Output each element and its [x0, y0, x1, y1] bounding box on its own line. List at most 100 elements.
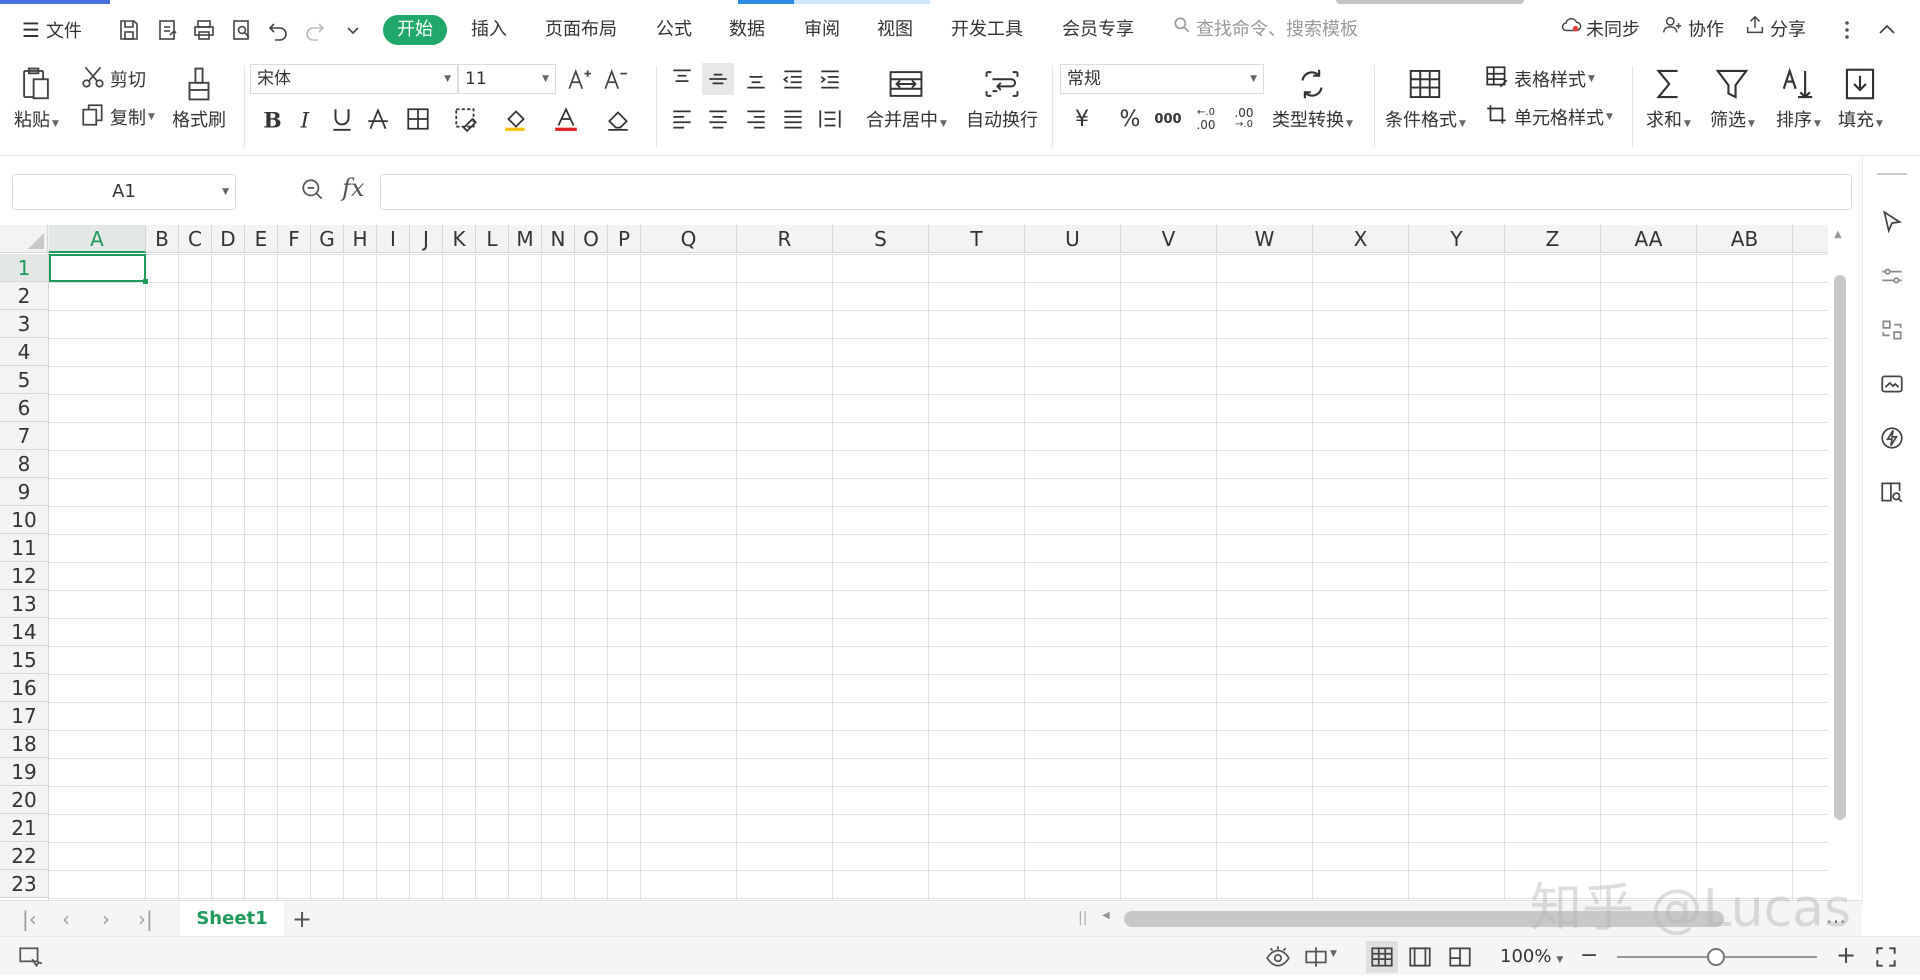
- column-header-y[interactable]: Y: [1409, 225, 1505, 253]
- prev-sheet-icon[interactable]: ‹: [62, 901, 70, 937]
- next-sheet-icon[interactable]: ›: [102, 901, 110, 937]
- row-header-12[interactable]: 12: [0, 562, 48, 590]
- fullscreen-icon[interactable]: [1870, 941, 1902, 973]
- row-header-8[interactable]: 8: [0, 450, 48, 478]
- redo-icon[interactable]: [300, 15, 330, 45]
- zoom-formula-icon[interactable]: [300, 177, 330, 207]
- fill-color-icon[interactable]: [500, 103, 532, 135]
- align-top-icon[interactable]: [666, 63, 698, 95]
- reading-mode-icon[interactable]: [1300, 941, 1332, 973]
- cell-style-button[interactable]: 单元格样式 ▼: [1484, 102, 1613, 132]
- decrease-font-icon[interactable]: [599, 63, 631, 95]
- more-options-icon[interactable]: [1832, 15, 1862, 45]
- sort-button[interactable]: 排序 ▼: [1776, 62, 1821, 132]
- sheet-tab-sheet1[interactable]: Sheet1: [180, 901, 284, 937]
- copy-button[interactable]: 复制 ▼: [80, 102, 155, 132]
- file-menu[interactable]: ☰ 文件: [22, 14, 82, 46]
- split-handle-icon[interactable]: ||: [1078, 910, 1087, 926]
- undo-icon[interactable]: [263, 15, 293, 45]
- active-cell-a1[interactable]: [49, 254, 148, 284]
- column-header-m[interactable]: M: [509, 225, 542, 253]
- page-break-view-icon[interactable]: [1444, 941, 1476, 973]
- currency-icon[interactable]: ¥: [1066, 103, 1098, 135]
- row-header-16[interactable]: 16: [0, 674, 48, 702]
- column-header-h[interactable]: H: [344, 225, 377, 253]
- row-header-15[interactable]: 15: [0, 646, 48, 674]
- row-header-7[interactable]: 7: [0, 422, 48, 450]
- conditional-format-button[interactable]: 条件格式 ▼: [1385, 62, 1466, 132]
- tab-page-layout[interactable]: 页面布局: [545, 14, 617, 46]
- row-header-1[interactable]: 1: [0, 254, 48, 282]
- transform-icon[interactable]: [1877, 315, 1907, 345]
- select-all-corner[interactable]: [0, 225, 48, 253]
- row-header-13[interactable]: 13: [0, 590, 48, 618]
- tab-insert[interactable]: 插入: [471, 14, 507, 46]
- tab-formula[interactable]: 公式: [656, 14, 692, 46]
- increase-font-icon[interactable]: [563, 63, 595, 95]
- vertical-scroll-thumb[interactable]: [1834, 275, 1846, 820]
- fx-icon[interactable]: fx: [342, 174, 364, 202]
- column-header-u[interactable]: U: [1025, 225, 1121, 253]
- gallery-icon[interactable]: [1877, 369, 1907, 399]
- sync-status[interactable]: 未同步: [1560, 14, 1640, 46]
- thousands-separator-icon[interactable]: 000: [1152, 103, 1184, 135]
- book-search-icon[interactable]: [1877, 477, 1907, 507]
- add-sheet-icon[interactable]: +: [292, 901, 312, 937]
- collapse-ribbon-icon[interactable]: [1872, 15, 1902, 45]
- column-header-p[interactable]: P: [608, 225, 641, 253]
- first-sheet-icon[interactable]: |‹: [22, 901, 37, 937]
- percent-icon[interactable]: %: [1114, 103, 1146, 135]
- row-header-9[interactable]: 9: [0, 478, 48, 506]
- row-header-21[interactable]: 21: [0, 814, 48, 842]
- decrease-indent-icon[interactable]: [777, 63, 809, 95]
- column-header-c[interactable]: C: [179, 225, 212, 253]
- macro-record-icon[interactable]: [14, 941, 46, 973]
- row-header-23[interactable]: 23: [0, 870, 48, 898]
- tab-start[interactable]: 开始: [383, 15, 447, 45]
- properties-icon[interactable]: [1877, 261, 1907, 291]
- print-preview-icon[interactable]: [227, 15, 257, 45]
- sum-button[interactable]: 求和 ▼: [1646, 62, 1691, 132]
- row-header-10[interactable]: 10: [0, 506, 48, 534]
- column-header-b[interactable]: B: [146, 225, 179, 253]
- row-header-20[interactable]: 20: [0, 786, 48, 814]
- name-box[interactable]: A1 ▼: [12, 174, 236, 210]
- zoom-out-icon[interactable]: −: [1580, 943, 1598, 968]
- fill-button[interactable]: 填充 ▼: [1838, 62, 1883, 132]
- filter-button[interactable]: 筛选 ▼: [1710, 62, 1755, 132]
- column-header-t[interactable]: T: [929, 225, 1025, 253]
- cell-fill-style-icon[interactable]: [450, 103, 482, 135]
- table-style-button[interactable]: 表格样式 ▼: [1484, 64, 1595, 94]
- column-header-i[interactable]: I: [377, 225, 410, 253]
- column-header-q[interactable]: Q: [641, 225, 737, 253]
- column-header-e[interactable]: E: [245, 225, 278, 253]
- share-button[interactable]: 分享: [1744, 14, 1806, 46]
- column-header-r[interactable]: R: [737, 225, 833, 253]
- column-header-f[interactable]: F: [278, 225, 311, 253]
- paste-button[interactable]: 粘贴 ▼: [14, 62, 59, 132]
- column-header-l[interactable]: L: [476, 225, 509, 253]
- select-pointer-icon[interactable]: [1877, 207, 1907, 237]
- tab-view[interactable]: 视图: [877, 14, 913, 46]
- column-header-v[interactable]: V: [1121, 225, 1217, 253]
- search-box[interactable]: 查找命令、搜索模板: [1172, 14, 1358, 46]
- number-format-select[interactable]: 常规 ▼: [1060, 64, 1264, 94]
- column-header-d[interactable]: D: [212, 225, 245, 253]
- row-header-3[interactable]: 3: [0, 310, 48, 338]
- zoom-slider-knob[interactable]: [1707, 948, 1725, 966]
- row-header-14[interactable]: 14: [0, 618, 48, 646]
- row-header-18[interactable]: 18: [0, 730, 48, 758]
- column-header-a[interactable]: A: [49, 225, 146, 253]
- column-header-o[interactable]: O: [575, 225, 608, 253]
- justify-icon[interactable]: [777, 103, 809, 135]
- row-header-6[interactable]: 6: [0, 394, 48, 422]
- cut-button[interactable]: 剪切: [80, 64, 146, 94]
- italic-icon[interactable]: I: [290, 103, 322, 135]
- borders-icon[interactable]: [402, 103, 434, 135]
- tab-developer[interactable]: 开发工具: [951, 14, 1023, 46]
- underline-icon[interactable]: [326, 103, 358, 135]
- normal-view-icon[interactable]: [1366, 941, 1398, 973]
- formula-input[interactable]: [380, 174, 1852, 210]
- zoom-level[interactable]: 100% ▼: [1500, 937, 1563, 976]
- row-header-4[interactable]: 4: [0, 338, 48, 366]
